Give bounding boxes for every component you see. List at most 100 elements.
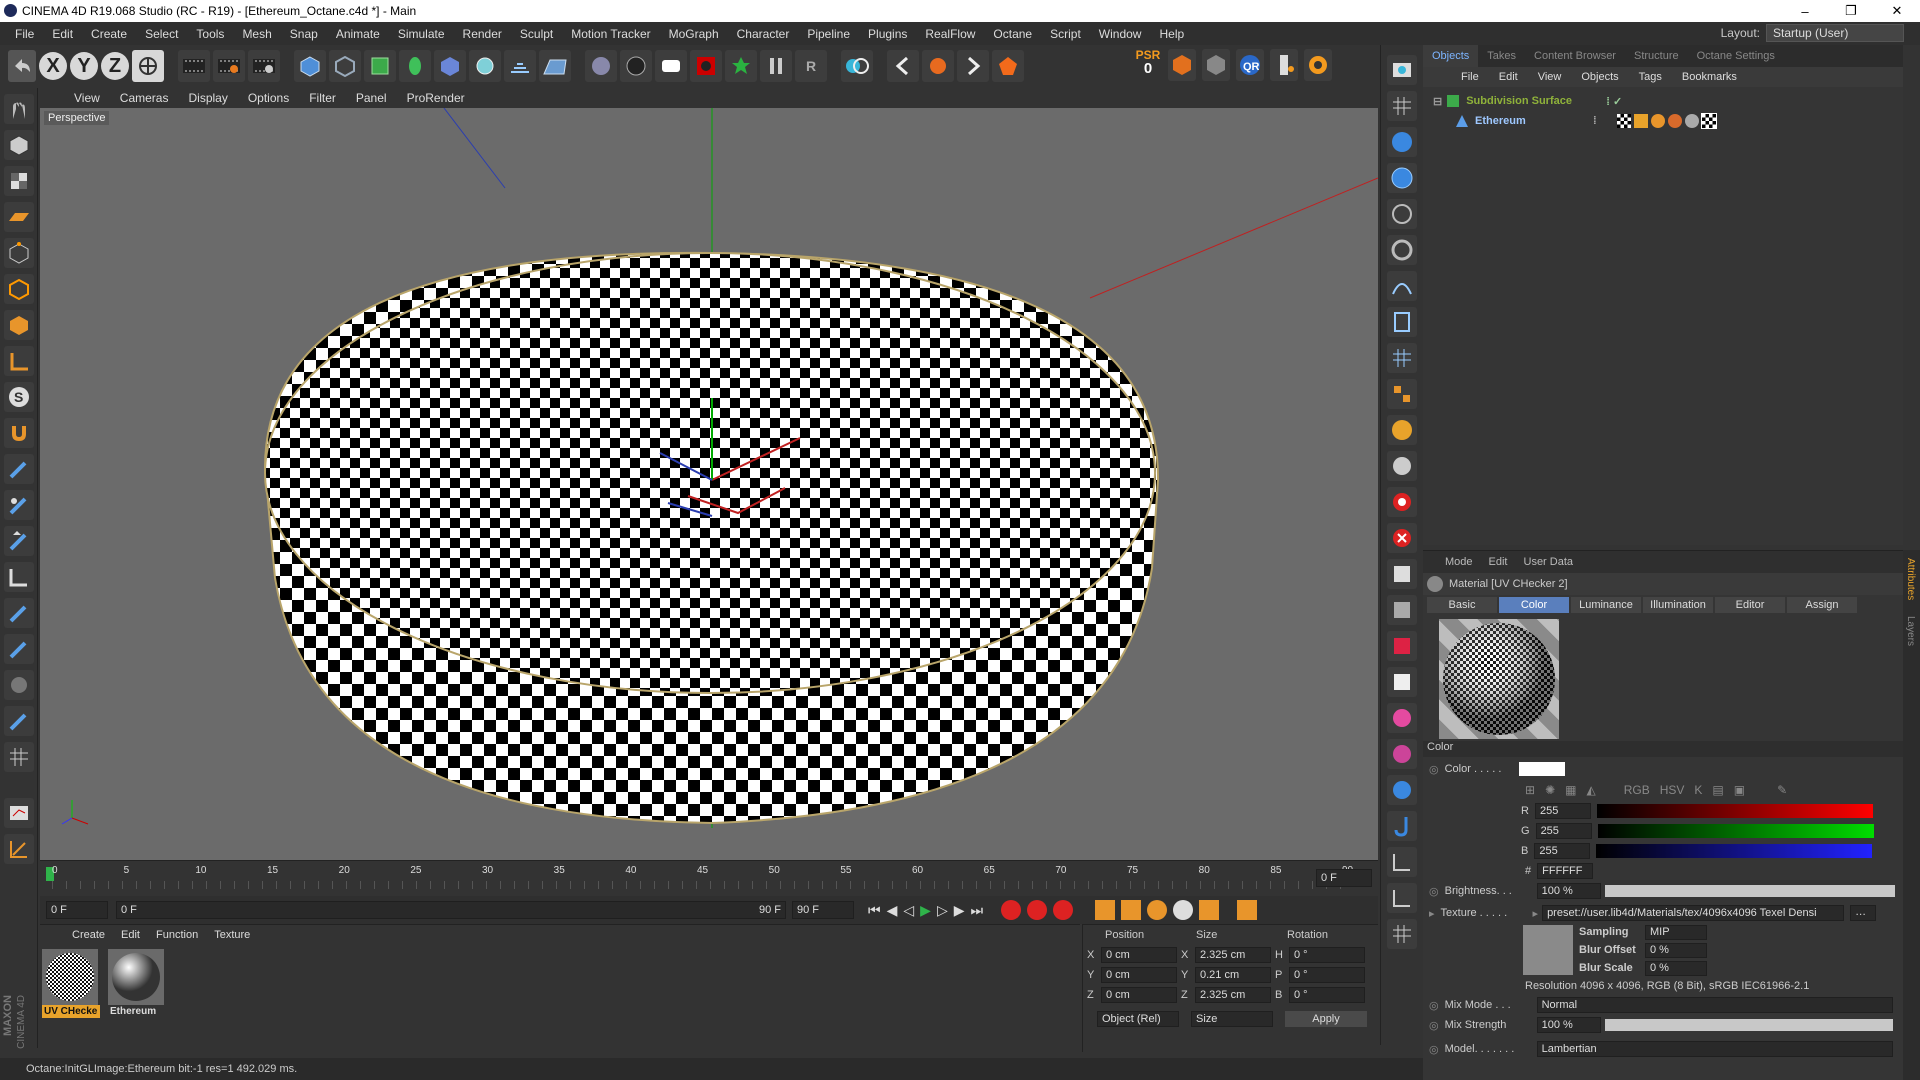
kelvin-mode-icon[interactable]: K (1694, 783, 1702, 797)
viewport-menu-display[interactable]: Display (178, 91, 237, 105)
blue-value[interactable]: 255 (1534, 843, 1591, 859)
rgb-mode-icon[interactable]: RGB (1624, 783, 1650, 797)
attribute-menu-mode[interactable]: Mode (1437, 556, 1481, 568)
r-render-button[interactable]: R (795, 50, 827, 82)
texture-browse-button[interactable]: … (1850, 905, 1877, 921)
lattice-icon[interactable] (1386, 343, 1417, 373)
phong-tag-icon[interactable] (1386, 595, 1417, 625)
menu-edit[interactable]: Edit (43, 27, 82, 41)
model-dropdown[interactable]: Lambertian (1536, 1041, 1893, 1057)
brush-tool-icon[interactable] (3, 454, 34, 484)
tube-icon[interactable] (1386, 199, 1417, 229)
texture-tag-icon[interactable] (1667, 114, 1682, 128)
visibility-toggle-icon[interactable]: ⁞ (1593, 115, 1597, 127)
viewport-menu-view[interactable]: View (64, 91, 110, 105)
animate-icon[interactable]: ◎ (1429, 1019, 1439, 1032)
octane-sphere-icon[interactable] (620, 50, 652, 82)
menu-select[interactable]: Select (136, 27, 187, 41)
spline-icon[interactable] (1386, 271, 1417, 301)
close-button[interactable]: ✕ (1874, 3, 1920, 19)
hex-value[interactable]: FFFFFF (1537, 863, 1594, 879)
move-tool-icon[interactable] (3, 490, 34, 520)
color-swatch[interactable] (1518, 762, 1565, 776)
phong-tag-icon[interactable] (1650, 114, 1665, 128)
hook-icon[interactable] (1386, 811, 1417, 841)
layout-dropdown[interactable]: Startup (User) (1766, 24, 1904, 42)
go-to-end-icon[interactable]: ⏭ (971, 902, 984, 919)
record-key-icon[interactable] (1001, 900, 1022, 920)
keyframe-selection-icon[interactable] (1053, 900, 1074, 920)
attribute-tab-basic[interactable]: Basic (1427, 597, 1497, 613)
green-value[interactable]: 255 (1535, 823, 1592, 839)
animate-icon[interactable]: ◎ (1429, 763, 1439, 776)
qr-plugin-icon[interactable]: QR (1236, 49, 1264, 81)
octane-object-tag-icon[interactable] (1684, 114, 1699, 128)
fcurve-tool-icon[interactable] (3, 834, 34, 864)
size-mode-dropdown[interactable]: Size (1191, 1011, 1273, 1027)
octane-pentagon-icon[interactable] (992, 50, 1024, 82)
knife-tool-icon[interactable] (3, 598, 34, 628)
octane-camera-tag-icon[interactable] (1386, 775, 1417, 805)
object-menu-objects[interactable]: Objects (1571, 71, 1628, 83)
wheel-mode-icon[interactable]: ⊞ (1525, 783, 1535, 797)
pick-mode-icon[interactable]: ▣ (1734, 783, 1745, 797)
texture-path-field[interactable]: preset://user.lib4d/Materials/tex/4096x4… (1542, 905, 1845, 921)
blur-scale-field[interactable]: 0 % (1645, 960, 1707, 976)
mix-strength-value[interactable]: 100 % (1536, 1017, 1601, 1033)
sampling-dropdown[interactable]: MIP (1645, 924, 1707, 940)
smooth-tool-icon[interactable] (3, 526, 34, 556)
render-settings-icon[interactable] (248, 50, 280, 82)
snap-icon[interactable]: S (3, 382, 34, 412)
menu-sculpt[interactable]: Sculpt (511, 27, 562, 41)
position-field[interactable]: 0 cm (1101, 987, 1177, 1003)
perspective-viewport[interactable]: Perspective ✥ ⇕ ⟳ ▢ (40, 108, 1378, 860)
end-frame-field[interactable]: 90 F (792, 901, 854, 919)
torus-icon[interactable] (1386, 235, 1417, 265)
menu-simulate[interactable]: Simulate (389, 27, 454, 41)
deformer-icon[interactable] (469, 50, 501, 82)
material-menu-texture[interactable]: Texture (206, 929, 258, 941)
extrude-nurbs-icon[interactable] (399, 50, 431, 82)
cube-icon[interactable] (294, 50, 326, 82)
menu-window[interactable]: Window (1090, 27, 1151, 41)
texture-mode-icon[interactable] (3, 166, 34, 196)
polygons-mode-icon[interactable] (3, 310, 34, 340)
uv-unwrap-icon[interactable] (1386, 847, 1417, 877)
pivot-icon[interactable] (1386, 451, 1417, 481)
scene-icon[interactable] (504, 50, 536, 82)
attribute-tab-editor[interactable]: Editor (1715, 597, 1785, 613)
object-menu-edit[interactable]: Edit (1489, 71, 1528, 83)
timeline-window-icon[interactable] (1237, 900, 1258, 920)
morph-icon[interactable] (1386, 739, 1417, 769)
viewport-menu-options[interactable]: Options (238, 91, 299, 105)
go-to-start-icon[interactable]: ⏮ (868, 902, 881, 919)
hsv-mode-icon[interactable]: HSV (1660, 783, 1685, 797)
menu-snap[interactable]: Snap (281, 27, 327, 41)
menu-help[interactable]: Help (1150, 27, 1193, 41)
animate-icon[interactable]: ◎ (1429, 885, 1439, 898)
mix-mode-dropdown[interactable]: Normal (1536, 997, 1893, 1013)
material-tag-icon[interactable] (1633, 114, 1648, 128)
scale-key-icon[interactable] (1121, 900, 1142, 920)
pen-spline-icon[interactable] (329, 50, 361, 82)
pause-icon[interactable] (760, 50, 792, 82)
array-icon[interactable] (1386, 379, 1417, 409)
mix-strength-slider[interactable] (1604, 1019, 1893, 1031)
octane-live-viewer-icon[interactable] (841, 50, 873, 82)
menu-realflow[interactable]: RealFlow (916, 27, 984, 41)
menu-mograph[interactable]: MoGraph (660, 27, 728, 41)
delete-tag-icon[interactable] (1386, 523, 1417, 553)
axis-mode-icon[interactable] (3, 346, 34, 376)
attribute-tab-assign[interactable]: Assign (1787, 597, 1857, 613)
bottle-plugin-icon[interactable] (1270, 49, 1298, 81)
selected-material-tag-icon[interactable] (1700, 113, 1717, 129)
tab-octane-settings[interactable]: Octane Settings (1688, 45, 1784, 67)
green-slider[interactable] (1597, 824, 1874, 838)
start-frame-field[interactable]: 0 F (46, 901, 108, 919)
size-field[interactable]: 0.21 cm (1195, 967, 1271, 983)
display-tag-icon[interactable] (1386, 559, 1417, 589)
paint-tool-icon[interactable] (3, 706, 34, 736)
viewport-menu-cameras[interactable]: Cameras (110, 91, 179, 105)
uv-editor-icon[interactable] (1386, 883, 1417, 913)
current-frame-field[interactable]: 0 F (1316, 869, 1372, 887)
